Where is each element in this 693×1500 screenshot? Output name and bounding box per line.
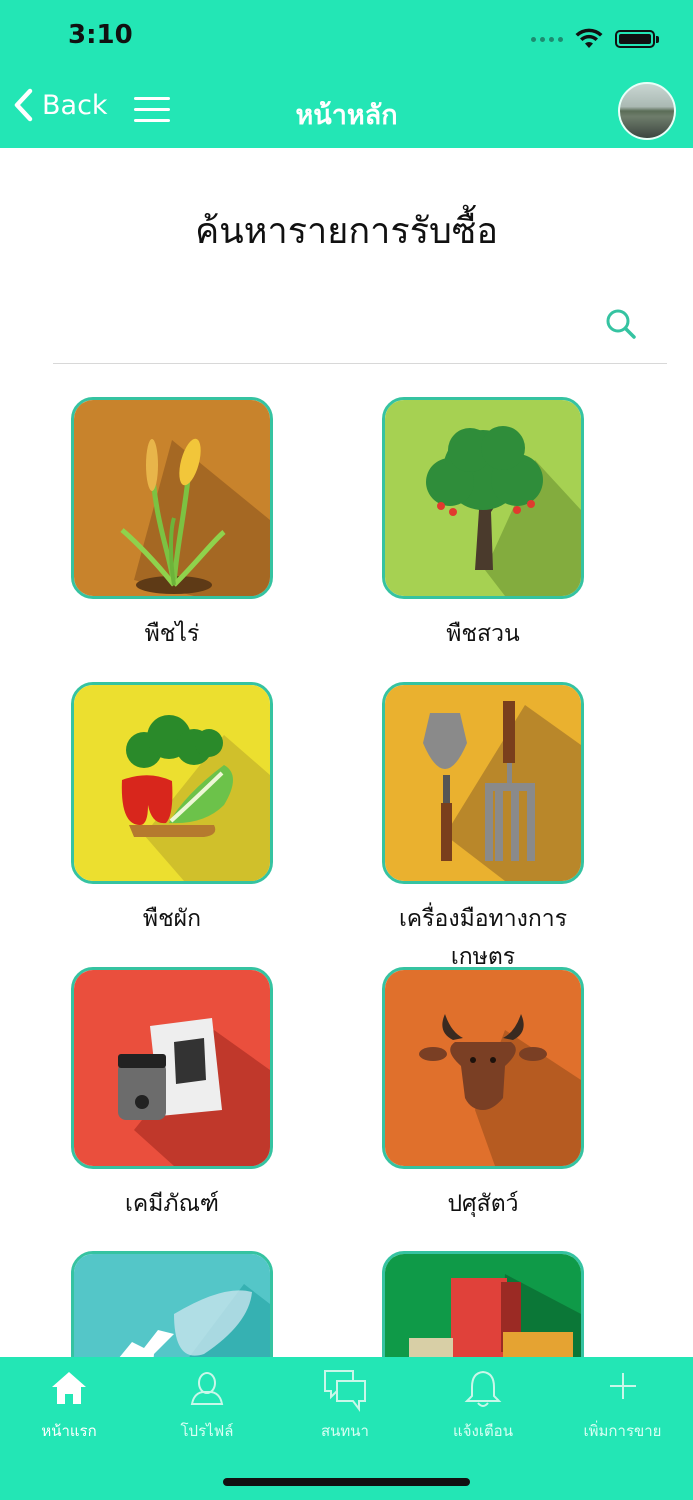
- category-tile-chemicals[interactable]: เคมีภัณฑ์: [71, 967, 273, 1223]
- tab-label: โปรไฟล์: [180, 1422, 234, 1440]
- battery-icon: [615, 30, 659, 48]
- category-label: พืชผัก: [142, 906, 202, 932]
- status-time: 3:10: [68, 20, 133, 50]
- category-label: ปศุสัตว์: [447, 1191, 519, 1217]
- category-tile-livestock[interactable]: ปศุสัตว์: [382, 967, 584, 1223]
- tab-label: หน้าแรก: [41, 1422, 97, 1440]
- chat-icon: [324, 1370, 366, 1412]
- tab-profile[interactable]: โปรไฟล์: [138, 1357, 276, 1457]
- fruit-tree-icon: [382, 397, 584, 599]
- chemicals-icon: [71, 967, 273, 1169]
- category-tile-field-crops[interactable]: พืชไร่: [71, 397, 273, 653]
- tab-add-sale[interactable]: เพิ่มการขาย: [552, 1357, 693, 1457]
- category-label: พืชไร่: [144, 621, 200, 647]
- cow-icon: [382, 967, 584, 1169]
- category-tile-orchard[interactable]: พืชสวน: [382, 397, 584, 653]
- plus-icon: [609, 1373, 636, 1399]
- garden-tools-icon: [382, 682, 584, 884]
- tab-label: สนทนา: [321, 1422, 369, 1440]
- back-button[interactable]: Back: [12, 88, 108, 122]
- category-label: เคมีภัณฑ์: [125, 1191, 219, 1217]
- tab-home[interactable]: หน้าแรก: [0, 1357, 138, 1457]
- bell-icon: [464, 1370, 502, 1407]
- vegetables-icon: [71, 682, 273, 884]
- tab-chat[interactable]: สนทนา: [276, 1357, 414, 1457]
- search-input[interactable]: [54, 300, 618, 346]
- avatar[interactable]: [618, 82, 676, 140]
- category-label: เครื่องมือทางการเกษตร: [398, 906, 568, 970]
- rice-plant-icon: [71, 397, 273, 599]
- tab-label: เพิ่มการขาย: [583, 1422, 662, 1440]
- wifi-icon: [575, 28, 603, 48]
- category-tile-farm-tools[interactable]: เครื่องมือทางการเกษตร: [382, 682, 584, 976]
- status-icons: [531, 24, 659, 54]
- hamburger-menu-icon[interactable]: [134, 96, 170, 124]
- cellular-signal-icon: [531, 36, 563, 42]
- home-icon: [52, 1372, 86, 1404]
- page-title: ค้นหารายการรับซื้อ: [195, 211, 498, 252]
- search-icon[interactable]: [604, 307, 638, 341]
- category-label: พืชสวน: [446, 621, 520, 647]
- profile-icon: [190, 1372, 224, 1405]
- home-indicator: [223, 1478, 470, 1486]
- category-tile-vegetables[interactable]: พืชผัก: [71, 682, 273, 938]
- tab-notifications[interactable]: แจ้งเตือน: [414, 1357, 552, 1457]
- search-underline: [53, 363, 667, 364]
- top-bar: 3:10 Back หน้าหลัก: [0, 0, 693, 148]
- back-label: Back: [42, 89, 108, 121]
- chevron-left-icon: [14, 88, 33, 122]
- tab-label: แจ้งเตือน: [453, 1422, 513, 1440]
